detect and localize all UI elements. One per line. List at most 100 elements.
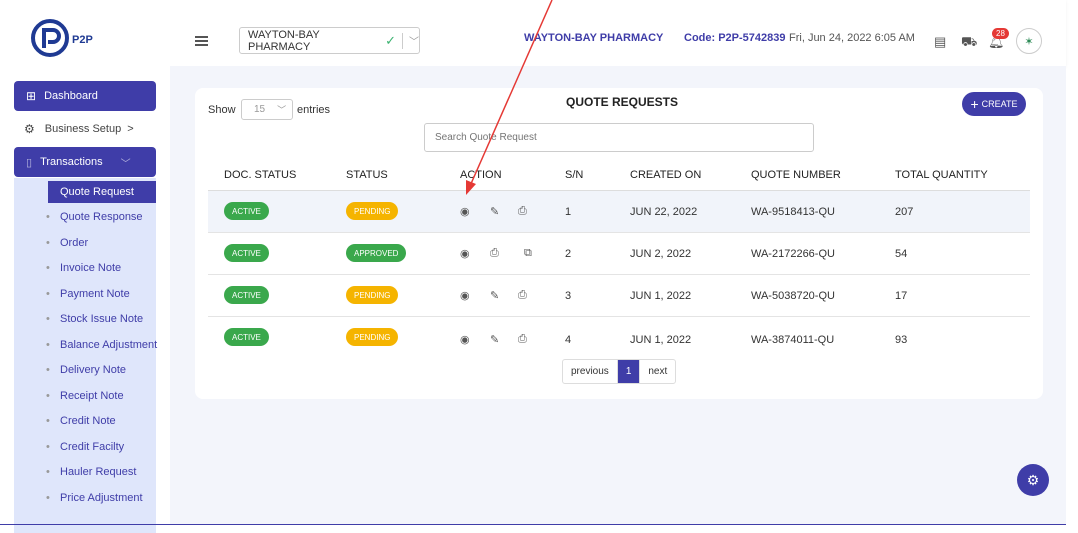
plus-icon: + xyxy=(970,96,979,112)
sidebar-item-dashboard[interactable]: ⊞ Dashboard xyxy=(14,81,156,111)
settings-gear-icon[interactable]: ⚙ xyxy=(1017,464,1049,496)
column-header-sn: S/N xyxy=(565,169,584,181)
current-datetime: Fri, Jun 24, 2022 6:05 AM xyxy=(789,32,915,44)
row-created-on: JUN 1, 2022 xyxy=(630,334,692,346)
page-button-current[interactable]: 1 xyxy=(617,360,640,383)
doc-status-badge: ACTIVE xyxy=(224,286,269,304)
chevron-down-icon: ﹀ xyxy=(277,105,287,115)
search-input[interactable] xyxy=(424,123,814,152)
sidebar-item-label: Transactions xyxy=(40,156,103,168)
sidebar-item-invoice-note[interactable]: Invoice Note xyxy=(46,262,121,274)
status-badge: PENDING xyxy=(346,202,399,220)
eye-icon[interactable]: ◉ xyxy=(460,247,470,260)
row-total-quantity: 54 xyxy=(895,248,908,260)
column-header-status: STATUS xyxy=(346,169,388,181)
select-divider xyxy=(402,32,403,49)
chevron-down-icon[interactable]: ﹀ xyxy=(409,33,419,48)
top-bar: P2P WAYTON-BAY PHARMACY ✓ ﹀ WAYTON-BAY P… xyxy=(0,0,1066,66)
print-icon[interactable]: ⎙ xyxy=(518,289,527,302)
sidebar-item-credit-note[interactable]: Credit Note xyxy=(46,415,116,427)
column-header-created-on: CREATED ON xyxy=(630,169,702,181)
row-quote-number: WA-3874011-QU xyxy=(751,334,835,346)
pencil-icon[interactable]: ✎ xyxy=(490,333,499,346)
cart-icon[interactable]: ⛟ xyxy=(961,34,977,52)
table-row: ACTIVE PENDING ◉ ✎ ⎙ 1 JUN 22, 2022 WA-9… xyxy=(208,190,1030,232)
transactions-submenu xyxy=(14,178,156,533)
check-icon: ✓ xyxy=(385,32,397,48)
store-select[interactable]: WAYTON-BAY PHARMACY ✓ ﹀ xyxy=(239,27,420,54)
row-total-quantity: 207 xyxy=(895,206,914,218)
list-icon[interactable]: ▤ xyxy=(934,34,946,50)
sidebar-item-quote-response[interactable]: Quote Response xyxy=(46,211,142,223)
row-created-on: JUN 22, 2022 xyxy=(630,206,698,218)
status-badge: APPROVED xyxy=(346,244,407,262)
store-select-value: WAYTON-BAY PHARMACY xyxy=(248,28,320,53)
entries-label: entries xyxy=(297,104,331,116)
status-badge: PENDING xyxy=(346,328,399,346)
row-created-on: JUN 2, 2022 xyxy=(630,248,692,260)
sidebar-item-credit-facility[interactable]: Credit Facilty xyxy=(46,441,124,453)
row-quote-number: WA-2172266-QU xyxy=(751,248,835,260)
row-quote-number: WA-5038720-QU xyxy=(751,290,835,302)
row-sn: 4 xyxy=(565,334,572,346)
sidebar-item-order[interactable]: Order xyxy=(46,237,88,249)
avatar[interactable]: ✶ xyxy=(1016,28,1042,54)
sidebar-item-business-setup[interactable]: ⚙ Business Setup > xyxy=(24,122,134,136)
pencil-icon[interactable]: ✎ xyxy=(490,289,499,302)
pencil-icon[interactable]: ✎ xyxy=(490,205,499,218)
status-badge: PENDING xyxy=(346,286,399,304)
sidebar-item-hauler-request[interactable]: Hauler Request xyxy=(46,466,137,478)
logo-text: P2P xyxy=(72,34,93,46)
sidebar-item-stock-issue-note[interactable]: Stock Issue Note xyxy=(46,313,143,325)
row-sn: 1 xyxy=(565,206,572,218)
eye-icon[interactable]: ◉ xyxy=(460,333,470,346)
print-icon[interactable]: ⎙ xyxy=(518,333,527,346)
eye-icon[interactable]: ◉ xyxy=(460,205,470,218)
sidebar-item-delivery-note[interactable]: Delivery Note xyxy=(46,364,126,376)
pagination: previous 1 next xyxy=(562,359,677,384)
copy-icon[interactable]: ⧉ xyxy=(524,247,532,260)
doc-status-badge: ACTIVE xyxy=(224,328,269,346)
document-icon: ▯ xyxy=(26,156,33,169)
store-name: WAYTON-BAY PHARMACY xyxy=(524,32,664,44)
row-sn: 2 xyxy=(565,248,572,260)
next-page-button[interactable]: next xyxy=(639,360,675,383)
print-icon[interactable]: ⎙ xyxy=(518,205,527,218)
column-header-total-quantity: TOTAL QUANTITY xyxy=(895,169,988,181)
sidebar-item-receipt-note[interactable]: Receipt Note xyxy=(46,390,124,402)
row-quote-number: WA-9518413-QU xyxy=(751,206,835,218)
row-created-on: JUN 1, 2022 xyxy=(630,290,692,302)
chevron-down-icon: ﹀ xyxy=(120,158,131,170)
create-button[interactable]: + CREATE xyxy=(962,92,1026,116)
sidebar-item-quote-request[interactable]: Quote Request xyxy=(48,181,156,203)
sidebar-item-label: Dashboard xyxy=(44,90,98,102)
gear-icon: ⚙ xyxy=(24,122,35,136)
sidebar-item-price-adjustment[interactable]: Price Adjustment xyxy=(46,492,142,504)
table-row: ACTIVE APPROVED ◉ ⎙ ⧉ 2 JUN 2, 2022 WA-2… xyxy=(208,232,1030,274)
previous-page-button[interactable]: previous xyxy=(563,360,618,383)
table-row: ACTIVE PENDING ◉ ✎ ⎙ 3 JUN 1, 2022 WA-50… xyxy=(208,274,1030,316)
column-header-action: ACTION xyxy=(460,169,502,181)
sidebar-item-transactions[interactable]: ▯ Transactions ﹀ xyxy=(14,147,156,177)
page-title: QUOTE REQUESTS xyxy=(566,95,679,109)
bottom-border xyxy=(0,524,1066,525)
store-code: Code: P2P-5742839 xyxy=(684,32,786,44)
print-icon[interactable]: ⎙ xyxy=(490,247,499,260)
column-header-doc-status: DOC. STATUS xyxy=(224,169,297,181)
doc-status-badge: ACTIVE xyxy=(224,244,269,262)
row-sn: 3 xyxy=(565,290,572,302)
entries-select[interactable]: 15 ﹀ xyxy=(241,99,293,120)
sidebar-item-payment-note[interactable]: Payment Note xyxy=(46,288,130,300)
eye-icon[interactable]: ◉ xyxy=(460,289,470,302)
chevron-right-icon: > xyxy=(127,123,134,135)
table-row: ACTIVE PENDING ◉ ✎ ⎙ 4 JUN 1, 2022 WA-38… xyxy=(208,316,1030,358)
app-logo-icon[interactable] xyxy=(30,18,70,58)
column-header-quote-number: QUOTE NUMBER xyxy=(751,169,841,181)
sidebar-item-label: Business Setup xyxy=(44,123,122,135)
menu-toggle-icon[interactable] xyxy=(195,36,208,46)
sidebar-item-balance-adjustment[interactable]: Balance Adjustment xyxy=(46,339,157,351)
grid-icon: ⊞ xyxy=(26,89,37,103)
show-label: Show xyxy=(208,104,236,116)
notification-badge: 28 xyxy=(992,28,1009,39)
row-total-quantity: 93 xyxy=(895,334,908,346)
